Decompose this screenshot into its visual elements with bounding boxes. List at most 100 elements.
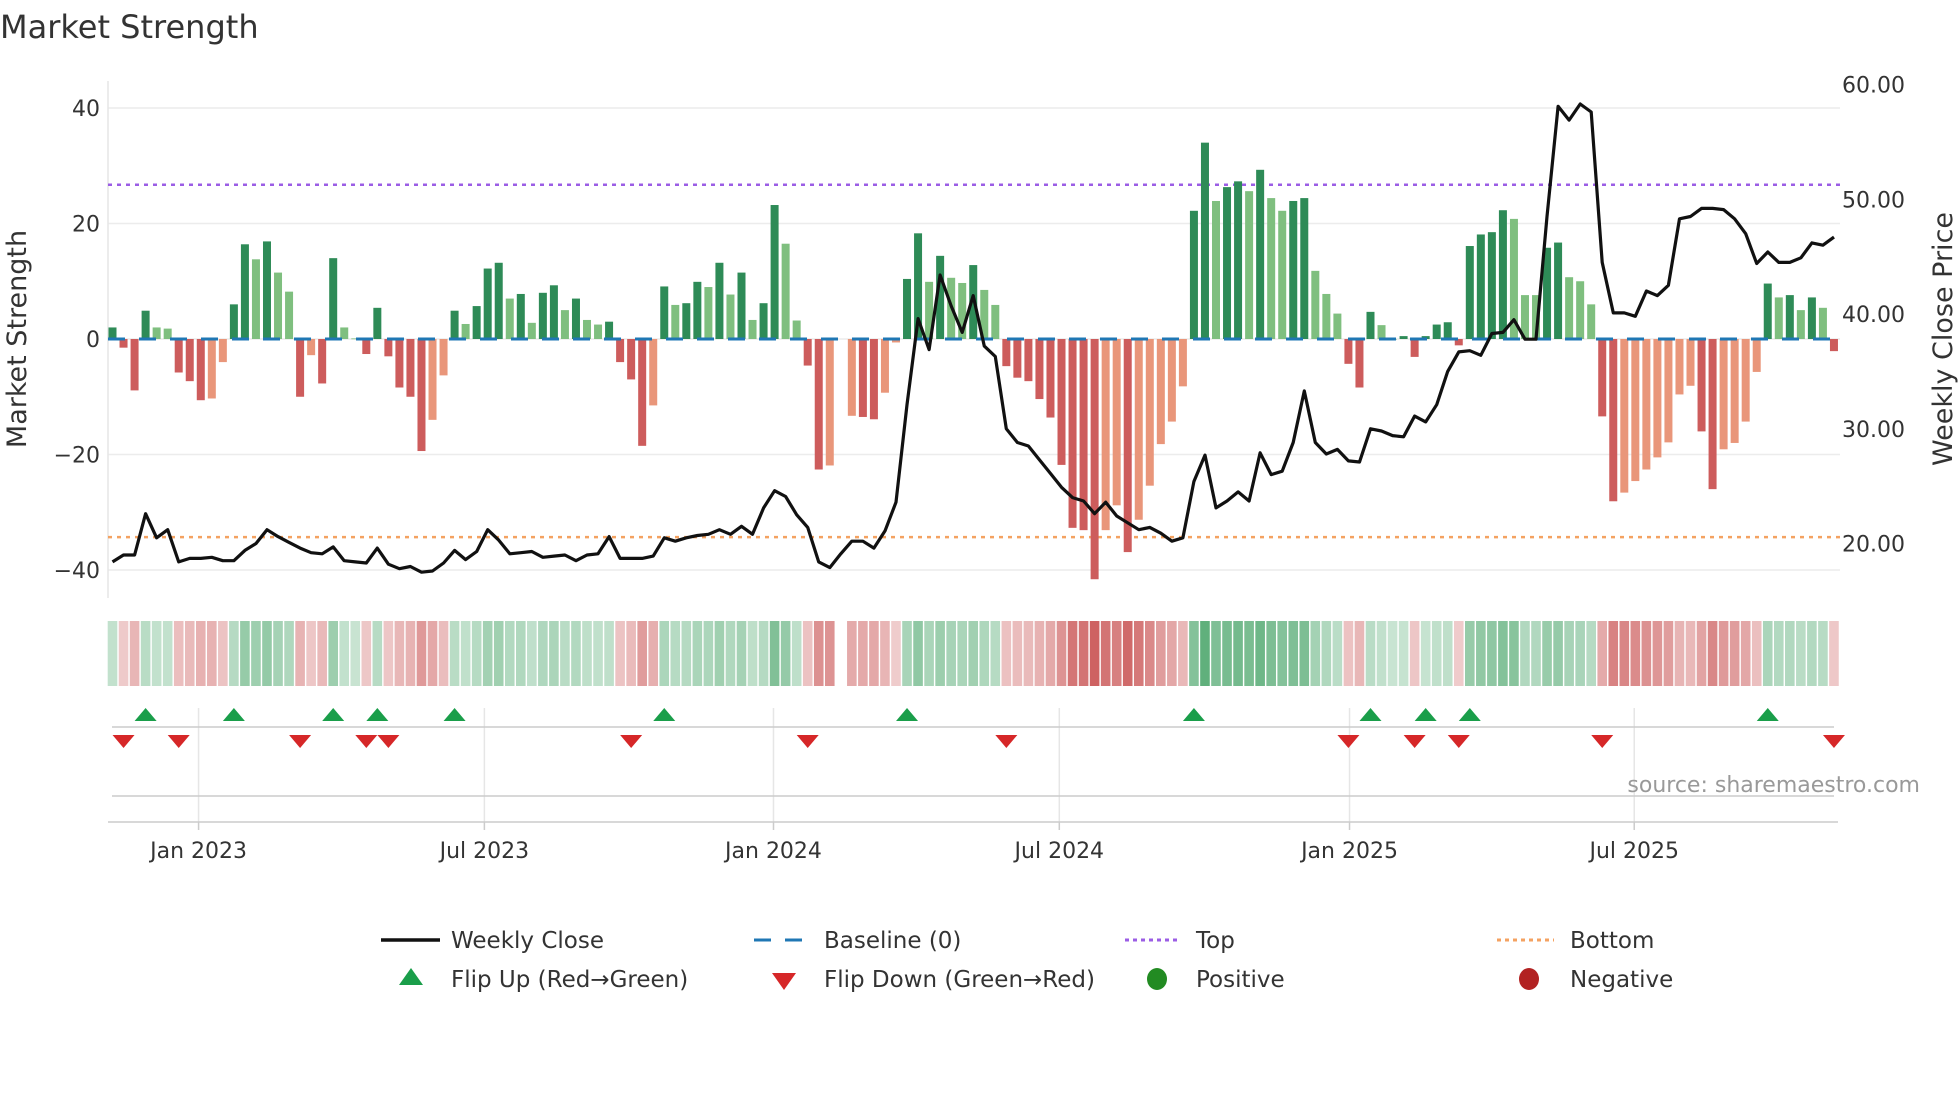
strength-bar (1245, 191, 1254, 339)
strength-bar (1664, 339, 1673, 443)
strength-bar (748, 319, 757, 339)
strength-bar (417, 339, 426, 452)
heatmap-cell (207, 621, 217, 686)
heatmap-cell (416, 621, 427, 686)
x-tick-label: Jul 2025 (1587, 839, 1679, 864)
strength-bar (538, 292, 547, 339)
legend-label: Top (1195, 928, 1235, 954)
y2-tick-label: 40.00 (1842, 303, 1905, 328)
flip-down-marker (167, 735, 190, 748)
heatmap-cell (780, 621, 791, 686)
heatmap-cell (1751, 621, 1762, 686)
heatmap-cell (1266, 621, 1276, 686)
heatmap-cell (1034, 621, 1045, 686)
heatmap-cell (1652, 621, 1663, 686)
heatmap-cell (593, 621, 603, 686)
heatmap-cell (902, 621, 912, 686)
left-axis-ticks: 40 20 0 −20 −40 (54, 97, 100, 584)
heatmap-cell (306, 621, 316, 686)
heatmap-cell (1465, 621, 1475, 686)
strength-bar (516, 293, 525, 339)
strength-bar (185, 339, 194, 382)
strength-bar (1807, 297, 1816, 339)
strength-bar (1366, 311, 1375, 339)
strength-bar (1763, 283, 1772, 339)
heatmap-cell (229, 621, 239, 686)
heatmap-cell (979, 621, 990, 686)
heatmap-cell (1233, 621, 1243, 686)
flip-up-marker (1414, 708, 1437, 721)
heatmap-cell (1553, 621, 1563, 686)
strength-bar (505, 298, 514, 339)
strength-bar (1223, 187, 1232, 339)
heatmap-cell (1056, 621, 1067, 686)
circle-positive-icon (1147, 968, 1167, 990)
strength-bar (1410, 339, 1419, 357)
y-tick-label: 40 (72, 97, 100, 122)
strength-bar (307, 339, 316, 356)
heatmap-cell (1663, 621, 1674, 686)
strength-heatmap-strip (107, 621, 1839, 686)
strength-bar (527, 322, 536, 339)
heatmap-cell (1564, 621, 1574, 686)
strength-bar (1620, 339, 1629, 493)
heatmap-cell (1255, 621, 1265, 686)
heatmap-cell (1144, 621, 1155, 686)
strength-bar (439, 339, 448, 376)
strength-bar (1399, 336, 1408, 339)
heatmap-cell (1674, 621, 1685, 686)
strength-bar (1576, 281, 1585, 339)
heatmap-cell (1442, 621, 1453, 686)
heatmap-cell (1630, 621, 1641, 686)
heatmap-cell (1608, 621, 1619, 686)
strength-bar (1741, 339, 1750, 422)
flip-down-marker (620, 735, 643, 748)
strength-bar (240, 244, 249, 339)
heatmap-cell (515, 621, 526, 686)
heatmap-cell (582, 621, 592, 686)
heatmap-cell (1785, 621, 1795, 686)
flip-up-marker (1458, 708, 1481, 721)
strength-bar (251, 259, 260, 339)
legend-item-flip-down: Flip Down (Green→Red) (772, 967, 1095, 993)
strength-bar (1631, 339, 1640, 482)
triangle-up-icon (399, 968, 423, 985)
legend-item-negative: Negative (1519, 967, 1673, 993)
strength-bar (163, 328, 172, 339)
strength-bar (1090, 339, 1099, 580)
heatmap-cell (151, 621, 162, 686)
heatmap-cell (736, 621, 747, 686)
heatmap-cell (1520, 621, 1530, 686)
left-axis-label: Market Strength (2, 230, 33, 448)
right-axis-ticks: 60.00 50.00 40.00 30.00 20.00 (1842, 74, 1905, 558)
heatmap-cell (383, 621, 394, 686)
heatmap-cell (758, 621, 769, 686)
strength-bar (1829, 339, 1838, 352)
strength-bar (340, 327, 349, 339)
strength-bar (1598, 339, 1607, 417)
threshold-lines (108, 183, 1840, 539)
flip-up-marker (896, 708, 919, 721)
flip-up-marker (653, 708, 676, 721)
heatmap-cell (1542, 621, 1552, 686)
heatmap-cell (107, 621, 118, 686)
strength-bar (1774, 297, 1783, 339)
heatmap-cell (560, 621, 570, 686)
heatmap-cell (1332, 621, 1343, 686)
strength-bar (1752, 339, 1761, 372)
heatmap-cell (218, 621, 228, 686)
strength-bar (1554, 242, 1563, 339)
strength-bar (207, 339, 216, 399)
heatmap-cell (1796, 621, 1806, 686)
heatmap-cell (1696, 621, 1707, 686)
strength-bar (1355, 339, 1364, 388)
heatmap-cell (240, 621, 250, 686)
strength-bar (472, 306, 481, 339)
heatmap-cell (1277, 621, 1288, 686)
strength-bar (1609, 339, 1618, 502)
strength-bar (1167, 339, 1176, 422)
strength-bar (1432, 324, 1441, 339)
heatmap-cell (1078, 621, 1089, 686)
heatmap-cell (1575, 621, 1585, 686)
strength-bar (660, 286, 669, 339)
